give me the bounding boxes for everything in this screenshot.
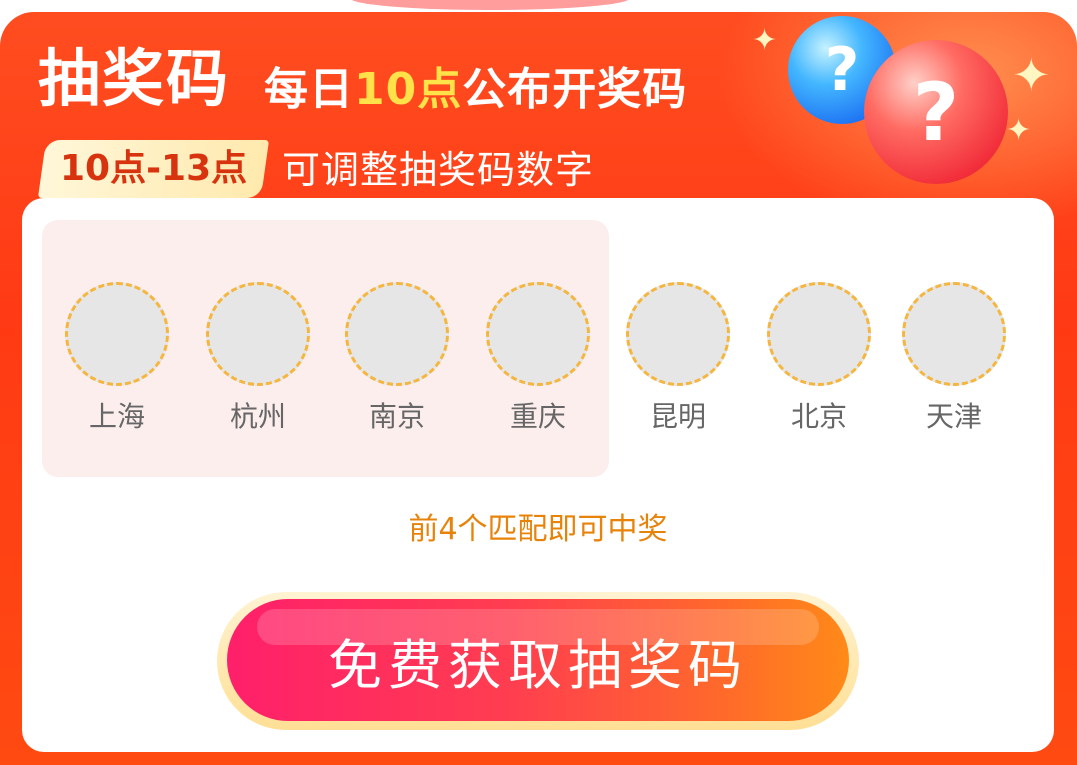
code-slot-tianjin[interactable]: 天津 bbox=[899, 282, 1009, 434]
code-digit-circle[interactable] bbox=[626, 282, 730, 386]
win-rule-hint: 前4个匹配即可中奖 bbox=[408, 512, 668, 547]
question-ball-red-icon: ? bbox=[864, 40, 1008, 184]
code-slot-nanjing[interactable]: 南京 bbox=[342, 282, 452, 434]
slot-label: 上海 bbox=[88, 400, 145, 433]
code-digit-circle[interactable] bbox=[345, 282, 449, 386]
slot-label: 杭州 bbox=[229, 400, 286, 433]
draw-schedule: 每日10点公布开奖码 bbox=[264, 68, 687, 112]
code-slot-shanghai[interactable]: 上海 bbox=[62, 282, 172, 434]
time-window-text: 10点-13点 bbox=[60, 148, 248, 189]
code-digit-circle[interactable] bbox=[65, 282, 169, 386]
lottery-card: 抽奖码 每日10点公布开奖码 10点-13点 可调整抽奖码数字 ? ? ✦ ✦ … bbox=[0, 12, 1077, 765]
slot-label: 南京 bbox=[368, 400, 425, 433]
get-free-code-button[interactable]: 免费获取抽奖码 bbox=[227, 599, 849, 721]
code-digit-circle[interactable] bbox=[902, 282, 1006, 386]
slot-label: 昆明 bbox=[649, 400, 706, 433]
sparkle-icon: ✦ bbox=[1012, 48, 1051, 102]
code-digit-circle[interactable] bbox=[206, 282, 310, 386]
code-digit-circle[interactable] bbox=[486, 282, 590, 386]
code-slot-hangzhou[interactable]: 杭州 bbox=[203, 282, 313, 434]
code-panel: 上海 杭州 南京 重庆 昆明 北京 天津 前4个匹配即可中奖 免费获取抽奖码 bbox=[22, 198, 1054, 752]
adjust-note: 可调整抽奖码数字 bbox=[282, 148, 595, 192]
page-title: 抽奖码 bbox=[38, 42, 231, 115]
slot-label: 北京 bbox=[790, 400, 847, 433]
schedule-suffix: 公布开奖码 bbox=[462, 64, 688, 115]
time-window-badge: 10点-13点 bbox=[37, 140, 270, 198]
schedule-prefix: 每日 bbox=[264, 64, 354, 115]
code-slot-chongqing[interactable]: 重庆 bbox=[483, 282, 593, 434]
sparkle-icon: ✦ bbox=[1006, 113, 1032, 148]
code-slot-kunming[interactable]: 昆明 bbox=[623, 282, 733, 434]
schedule-time: 10点 bbox=[354, 64, 463, 115]
slot-label: 天津 bbox=[925, 400, 982, 433]
sparkle-icon: ✦ bbox=[752, 23, 778, 58]
code-slot-beijing[interactable]: 北京 bbox=[764, 282, 874, 434]
question-mark-icon: ? bbox=[912, 65, 960, 159]
code-digit-circle[interactable] bbox=[767, 282, 871, 386]
slot-label: 重庆 bbox=[509, 400, 566, 433]
